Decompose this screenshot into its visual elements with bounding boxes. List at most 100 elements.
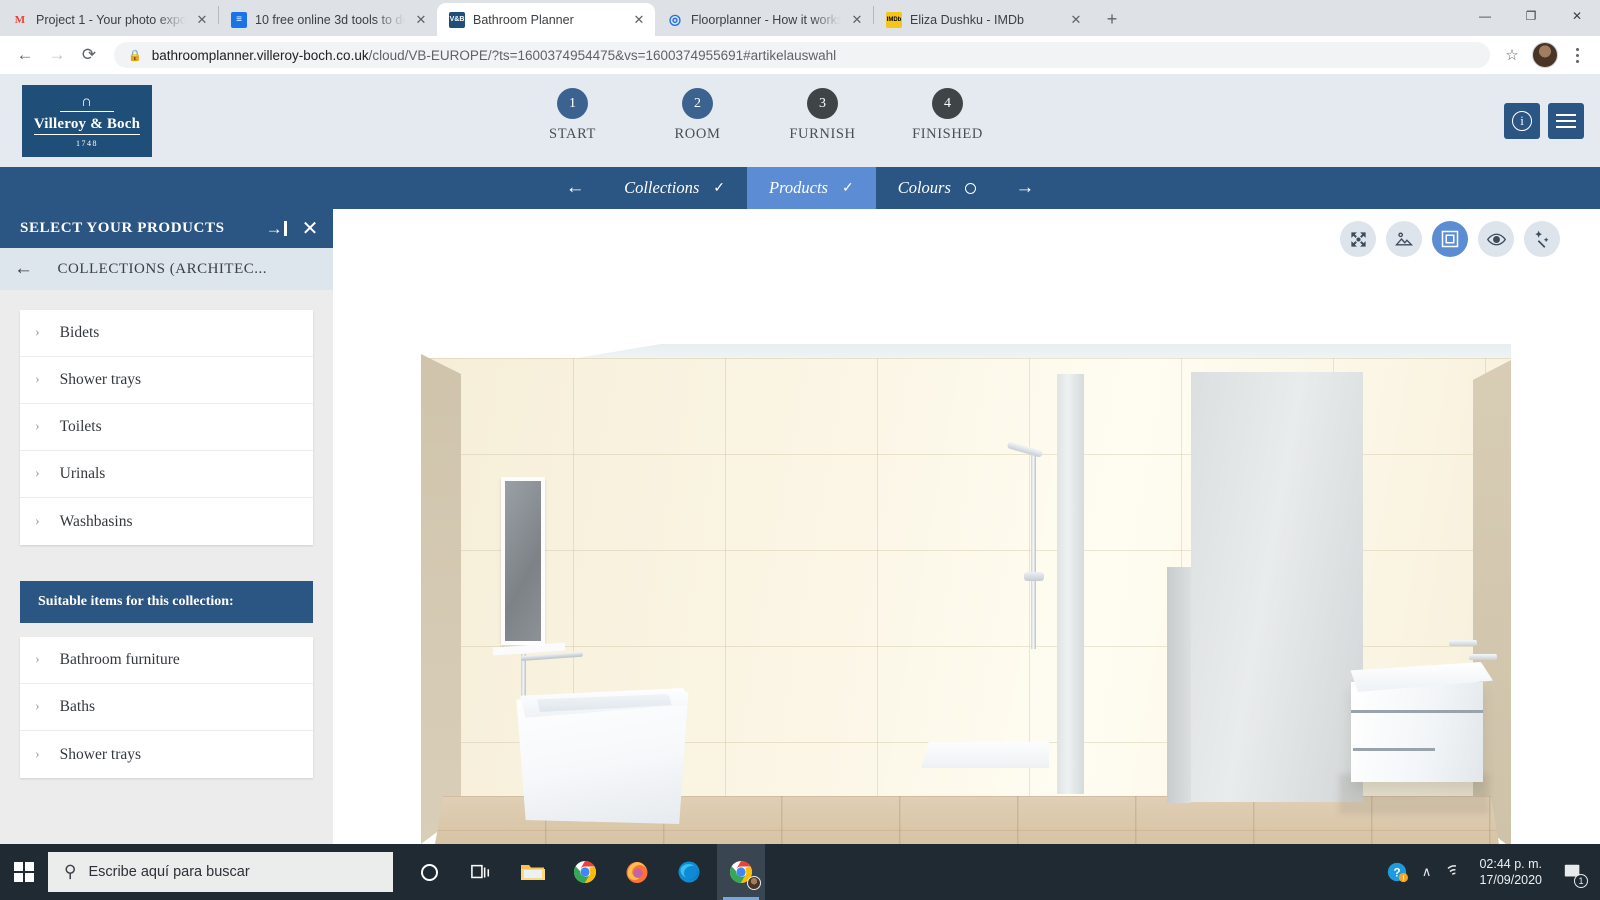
back-icon[interactable]: ← [10, 40, 40, 70]
bathroom-3d-viewer[interactable] [333, 209, 1600, 844]
brand-name: Villeroy & Boch [33, 116, 141, 135]
vanity-drawer-line [1353, 748, 1435, 751]
maximize-button[interactable]: ❐ [1508, 0, 1554, 32]
image-icon[interactable] [1386, 221, 1422, 257]
sidebar-body: › Bidets › Shower trays › Toilets › Urin… [0, 290, 333, 798]
collapse-arrow: → [265, 219, 284, 238]
window-controls: — ❐ ✕ [1462, 0, 1600, 32]
step-furnish[interactable]: 3 FURNISH [789, 88, 855, 143]
close-window-button[interactable]: ✕ [1554, 0, 1600, 32]
new-tab-button[interactable]: + [1098, 5, 1126, 33]
magic-wand-icon[interactable] [1524, 221, 1560, 257]
category-item-bidets[interactable]: › Bidets [20, 310, 313, 357]
firefox-icon[interactable] [613, 844, 661, 900]
fullscreen-icon[interactable] [1340, 221, 1376, 257]
taskbar-search[interactable]: ⚲ Escribe aquí para buscar [48, 852, 393, 892]
chevron-right-icon: › [35, 419, 40, 434]
forward-icon[interactable]: → [42, 40, 72, 70]
menu-button[interactable] [1548, 103, 1584, 139]
frame-icon[interactable] [1432, 221, 1468, 257]
close-icon[interactable]: ✕ [302, 219, 319, 239]
chevron-right-icon: › [35, 652, 40, 667]
step-room[interactable]: 2 ROOM [665, 88, 730, 143]
chrome-icon[interactable] [561, 844, 609, 900]
avatar [747, 876, 761, 890]
crest-underline [60, 110, 114, 112]
subnav-label: Collections [624, 178, 700, 197]
bathroom-scene [333, 209, 1600, 844]
category-item-shower-trays[interactable]: › Shower trays [20, 357, 313, 404]
browser-tab[interactable]: M Project 1 - Your photo export is f ✕ [0, 3, 218, 36]
step-label: FINISHED [912, 126, 983, 142]
check-icon: ✓ [841, 180, 854, 196]
close-icon[interactable]: ✕ [849, 12, 865, 28]
category-item-washbasins[interactable]: › Washbasins [20, 498, 313, 545]
search-placeholder: Escribe aquí para buscar [88, 864, 250, 880]
subnav-item-collections[interactable]: Collections ✓ [602, 167, 747, 209]
browser-tab[interactable]: ◎ Floorplanner - How it works ✕ [655, 3, 873, 36]
avatar[interactable] [1532, 42, 1558, 68]
browser-tab[interactable]: IMDb Eliza Dushku - IMDb ✕ [874, 3, 1092, 36]
subnav-next-icon[interactable]: → [998, 167, 1052, 209]
tab-title: Project 1 - Your photo export is f [36, 12, 186, 27]
back-icon[interactable]: ← [14, 258, 34, 280]
category-item-toilets[interactable]: › Toilets [20, 404, 313, 451]
url-path: /cloud/VB-EUROPE/?ts=1600374954475&vs=16… [368, 47, 837, 63]
products-sidebar: SELECT YOUR PRODUCTS → ✕ ← COLLECTIONS (… [0, 209, 333, 844]
vanity-unit[interactable] [1351, 682, 1483, 782]
chevron-right-icon: › [35, 372, 40, 387]
sidebar-title-bar: SELECT YOUR PRODUCTS → ✕ [0, 209, 333, 248]
bookmark-star-icon[interactable]: ☆ [1498, 41, 1526, 69]
chrome-active-icon[interactable] [717, 844, 765, 900]
file-explorer-icon[interactable] [509, 844, 557, 900]
collapse-bar [284, 221, 288, 236]
step-number: 2 [682, 88, 713, 119]
browser-tab-active[interactable]: V&B Bathroom Planner ✕ [437, 3, 655, 36]
minimize-button[interactable]: — [1462, 0, 1508, 32]
step-finished[interactable]: 4 FINISHED [912, 88, 983, 143]
sidebar-title: SELECT YOUR PRODUCTS [20, 220, 225, 236]
collapse-icon[interactable]: → [266, 220, 288, 238]
reload-icon[interactable]: ⟳ [74, 40, 104, 70]
subnav-item-colours[interactable]: Colours [876, 167, 998, 209]
close-icon[interactable]: ✕ [1068, 12, 1084, 28]
doc-favicon-icon: ≡ [231, 11, 247, 28]
clock-time: 02:44 p. m. [1479, 857, 1542, 871]
address-bar[interactable]: 🔒 bathroomplanner.villeroy-boch.co.uk/cl… [114, 42, 1490, 68]
step-start[interactable]: 1 START [540, 88, 605, 143]
shower-mixer [1024, 572, 1044, 581]
taskbar-clock[interactable]: 02:44 p. m. 17/09/2020 [1479, 856, 1542, 888]
edge-icon[interactable] [665, 844, 713, 900]
close-icon[interactable]: ✕ [194, 12, 210, 28]
windows-taskbar: ⚲ Escribe aquí para buscar ? ! ∧ 02:44 p… [0, 844, 1600, 900]
step-number: 4 [932, 88, 963, 119]
cortana-icon[interactable] [405, 844, 453, 900]
subnav-prev-icon[interactable]: ← [548, 167, 602, 209]
help-icon[interactable]: ? ! [1386, 861, 1408, 883]
breadcrumb[interactable]: ← COLLECTIONS (ARCHITEC... [0, 248, 333, 290]
villeroy-boch-logo[interactable]: ∩ Villeroy & Boch 1748 [22, 85, 152, 157]
suitable-item-shower-trays[interactable]: › Shower trays [20, 731, 313, 778]
suitable-item-baths[interactable]: › Baths [20, 684, 313, 731]
browser-toolbar: ← → ⟳ 🔒 bathroomplanner.villeroy-boch.co… [0, 36, 1600, 74]
suitable-item-bathroom-furniture[interactable]: › Bathroom furniture [20, 637, 313, 684]
close-icon[interactable]: ✕ [413, 12, 429, 28]
brand-year: 1748 [76, 138, 98, 148]
subnav-item-products[interactable]: Products ✓ [747, 167, 876, 209]
sub-navigation: ← Collections ✓ Products ✓ Colours → [0, 167, 1600, 209]
start-button[interactable] [0, 844, 48, 900]
tray-chevron-up-icon[interactable]: ∧ [1422, 864, 1432, 880]
chevron-right-icon: › [35, 466, 40, 481]
notification-center-icon[interactable]: 1 [1556, 844, 1590, 900]
info-button[interactable]: i [1504, 103, 1540, 139]
hamburger-icon [1556, 114, 1576, 128]
browser-menu-icon[interactable] [1564, 47, 1590, 63]
gmail-favicon-icon: M [14, 13, 26, 26]
category-item-urinals[interactable]: › Urinals [20, 451, 313, 498]
task-view-icon[interactable] [457, 844, 505, 900]
eye-icon[interactable] [1478, 221, 1514, 257]
close-icon[interactable]: ✕ [631, 12, 647, 28]
shower-tray[interactable] [921, 742, 1049, 768]
browser-tab[interactable]: ≡ 10 free online 3d tools to design ✕ [219, 3, 437, 36]
wifi-icon[interactable] [1445, 862, 1465, 883]
